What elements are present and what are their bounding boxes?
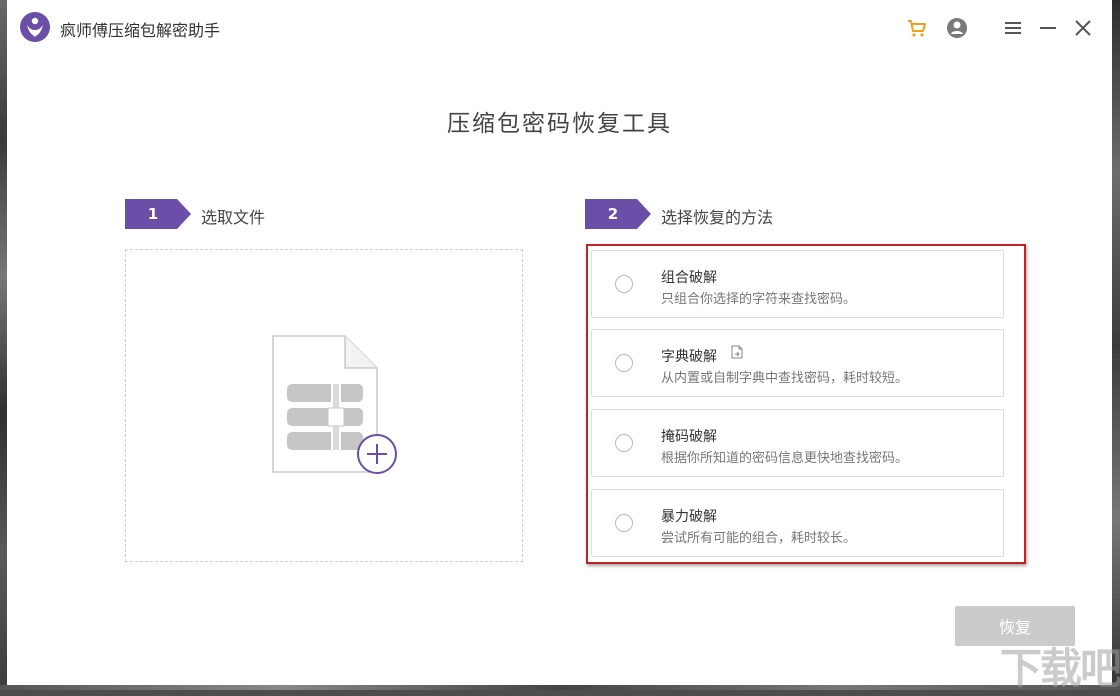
app-logo-icon <box>20 12 50 42</box>
desktop-background-right <box>1112 0 1120 690</box>
radio-button[interactable] <box>615 354 633 372</box>
watermark-logo: 下载吧 <box>1000 644 1120 693</box>
app-window: 疯师傅压缩包解密助手 压缩包密码恢复工具 1 选取文件 2 选择恢复的方法 组合… <box>7 0 1112 685</box>
method-option-combination[interactable]: 组合破解 只组合你选择的字符来查找密码。 <box>591 250 1004 318</box>
hamburger-menu-icon[interactable] <box>999 14 1027 42</box>
desktop-background-bottom <box>0 685 1120 690</box>
step-1-badge: 1 <box>125 199 191 229</box>
method-description: 从内置或自制字典中查找密码，耗时较短。 <box>661 371 909 386</box>
step-2-number: 2 <box>607 205 619 223</box>
method-description: 根据你所知道的密码信息更快地查找密码。 <box>661 451 909 466</box>
radio-button[interactable] <box>615 275 633 293</box>
method-title: 组合破解 <box>661 270 717 286</box>
method-option-mask[interactable]: 掩码破解 根据你所知道的密码信息更快地查找密码。 <box>591 409 1004 477</box>
close-icon[interactable] <box>1069 14 1097 42</box>
dictionary-file-icon[interactable] <box>730 345 744 359</box>
radio-button[interactable] <box>615 514 633 532</box>
minimize-icon[interactable] <box>1034 14 1062 42</box>
page-title: 压缩包密码恢复工具 <box>447 111 672 137</box>
user-icon[interactable] <box>943 14 971 42</box>
method-option-dictionary[interactable]: 字典破解 从内置或自制字典中查找密码，耗时较短。 <box>591 329 1004 397</box>
step-1-number: 1 <box>147 205 159 223</box>
method-description: 尝试所有可能的组合，耗时较长。 <box>661 531 857 546</box>
step-1-label: 选取文件 <box>201 208 266 227</box>
radio-button[interactable] <box>615 434 633 452</box>
step-2-badge: 2 <box>585 199 651 229</box>
method-title: 字典破解 <box>661 349 717 365</box>
method-description: 只组合你选择的字符来查找密码。 <box>661 292 857 307</box>
desktop-background-left <box>0 0 7 690</box>
method-title: 暴力破解 <box>661 509 717 525</box>
title-bar: 疯师傅压缩包解密助手 <box>7 0 1112 56</box>
file-drop-zone[interactable] <box>125 249 523 562</box>
method-title: 掩码破解 <box>661 429 717 445</box>
step-2-label: 选择恢复的方法 <box>661 208 774 227</box>
archive-file-add-icon <box>272 335 397 474</box>
cart-icon[interactable] <box>903 14 931 42</box>
method-option-brute-force[interactable]: 暴力破解 尝试所有可能的组合，耗时较长。 <box>591 489 1004 557</box>
app-title: 疯师傅压缩包解密助手 <box>60 21 221 40</box>
